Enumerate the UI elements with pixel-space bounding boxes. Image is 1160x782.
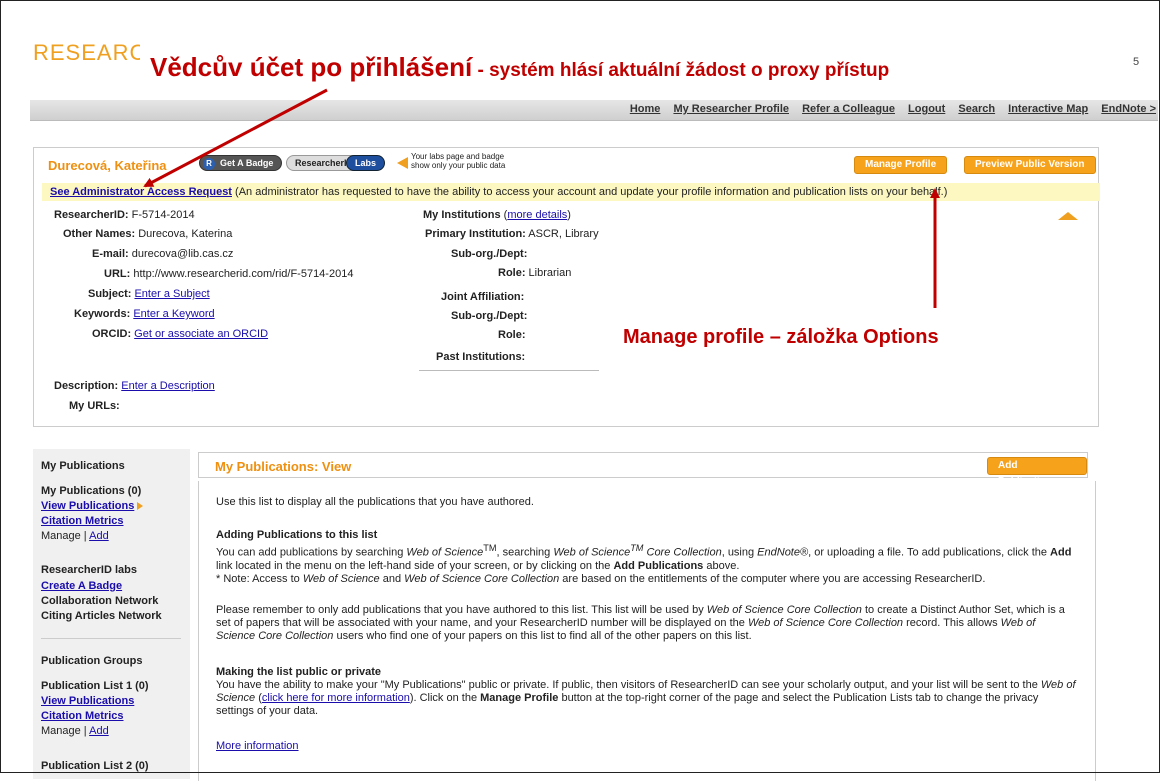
nav-my-researcher-profile[interactable]: My Researcher Profile [673,103,789,115]
nav-divider [30,120,1158,121]
more-information-row: More information [216,740,1076,753]
field-email: E-mail: durecova@lib.cas.cz [92,248,234,260]
collapse-up-icon[interactable] [1058,212,1078,220]
nav-logout[interactable]: Logout [908,103,945,115]
sidebar-list1-view[interactable]: View Publications [41,695,134,707]
publications-header: My Publications: View Add Publications [198,452,1088,487]
sidebar-list1: Publication List 1 (0) [41,680,149,692]
field-researcherid: ResearcherID: F-5714-2014 [54,209,195,221]
sidebar-list1-add-link[interactable]: Add [89,725,109,737]
field-url: URL: http://www.researcherid.com/rid/F-5… [104,268,354,280]
sidebar-divider [41,638,181,639]
field-role-2: Role: [498,329,526,341]
annotation-title: Vědcův účet po přihlášení - systém hlásí… [140,44,900,95]
field-my-institutions: My Institutions (more details) [423,209,571,221]
field-orcid: ORCID: Get or associate an ORCID [92,328,269,340]
sidebar-groups-head: Publication Groups [41,655,143,667]
sidebar-list1-manage-add: Manage | Add [41,725,109,737]
publications-title: My Publications: View [215,459,352,474]
adding-publications-heading: Adding Publications to this list [216,529,378,541]
top-navigation: Home My Researcher Profile Refer a Colle… [620,103,1156,115]
researcher-name: Durecová, Kateřina [48,158,167,173]
sidebar-my-publications-head: My Publications [41,460,125,472]
site-logo[interactable]: RESEARC [33,40,146,66]
sidebar-view-publications[interactable]: View Publications [41,500,144,512]
field-other-names: Other Names: Durecova, Katerina [63,228,233,240]
add-publications-button[interactable]: Add Publications [987,457,1087,487]
sidebar-citation-metrics[interactable]: Citation Metrics [41,515,124,527]
enter-keyword-link[interactable]: Enter a Keyword [133,308,214,320]
public-private-heading: Making the list public or private [216,666,382,678]
nav-refer-colleague[interactable]: Refer a Colleague [802,103,895,115]
left-sidebar: My Publications My Publications (0) View… [33,449,190,779]
sidebar-list1-metrics[interactable]: Citation Metrics [41,710,124,722]
more-details-link[interactable]: more details [507,209,567,221]
current-arrow-icon [137,502,144,511]
field-sub-org-1: Sub-org./Dept: [451,248,528,260]
sidebar-citing-articles-network[interactable]: Citing Articles Network [41,610,162,622]
annotation-title-main: Vědcův účet po přihlášení [150,52,473,82]
labs-note: Your labs page and badge show only your … [411,152,505,170]
sidebar-collaboration-network[interactable]: Collaboration Network [41,595,158,607]
labs-note-line2: show only your public data [411,161,506,170]
sidebar-my-publications-count: My Publications (0) [41,485,142,497]
intro-paragraph: Use this list to display all the publica… [216,496,534,508]
field-my-urls: My URLs: [69,400,120,412]
corner-number: 5 [1133,56,1140,68]
admin-access-request-link[interactable]: See Administrator Access Request [50,186,232,198]
sidebar-add-link[interactable]: Add [89,530,109,542]
badge-r-icon: R [203,158,215,170]
orcid-link[interactable]: Get or associate an ORCID [134,328,268,340]
publications-panel: My Publications: View Add Publications U… [198,452,1096,782]
nav-endnote[interactable]: EndNote > [1101,103,1156,115]
profile-header: Durecová, Kateřina R Get A Badge Research… [34,148,1098,180]
labs-arrow-icon [397,157,408,169]
public-private-section: Making the list public or private You ha… [216,666,1076,717]
enter-description-link[interactable]: Enter a Description [121,380,215,392]
distinct-author-paragraph: Please remember to only add publications… [216,604,1065,642]
annotation-manage-profile: Manage profile – záložka Options [623,326,939,348]
sidebar-list2: Publication List 2 (0) [41,760,149,772]
admin-access-alert-text: (An administrator has requested to have … [231,186,948,198]
more-information-link[interactable]: More information [216,740,299,752]
publications-body: Use this list to display all the publica… [198,481,1096,781]
field-past-institutions: Past Institutions: [436,351,526,363]
adding-publications-section: Adding Publications to this list You can… [216,529,1076,586]
field-keywords: Keywords: Enter a Keyword [74,308,215,320]
nav-search[interactable]: Search [958,103,995,115]
sidebar-labs-head: ResearcherID labs [41,564,137,576]
preview-public-version-button[interactable]: Preview Public Version [964,156,1096,174]
field-sub-org-2: Sub-org./Dept: [451,310,528,322]
labs-note-line1: Your labs page and badge [411,152,505,161]
profile-panel: Durecová, Kateřina R Get A Badge Research… [33,147,1100,427]
get-badge-label: Get A Badge [220,158,274,168]
labs-pill[interactable]: Labs [346,155,386,171]
field-subject: Subject: Enter a Subject [88,288,210,300]
click-here-info-link[interactable]: click here for more information [262,692,410,704]
manage-profile-button[interactable]: Manage Profile [854,156,948,174]
field-primary-institution: Primary Institution: ASCR, Library [425,228,599,240]
enter-subject-link[interactable]: Enter a Subject [134,288,209,300]
nav-interactive-map[interactable]: Interactive Map [1008,103,1088,115]
sidebar-create-badge[interactable]: Create A Badge [41,580,122,592]
nav-home[interactable]: Home [630,103,661,115]
admin-access-alert: See Administrator Access Request (An adm… [42,183,1100,201]
get-badge-button[interactable]: R Get A Badge [199,155,283,171]
annotation-title-sub: - systém hlásí aktuální žádost o proxy p… [472,60,890,81]
field-description: Description: Enter a Description [54,380,215,392]
sidebar-manage-add: Manage | Add [41,530,109,542]
field-role-1: Role: Librarian [498,267,572,279]
institutions-separator [419,370,599,371]
field-joint-affiliation: Joint Affiliation: [441,291,525,303]
